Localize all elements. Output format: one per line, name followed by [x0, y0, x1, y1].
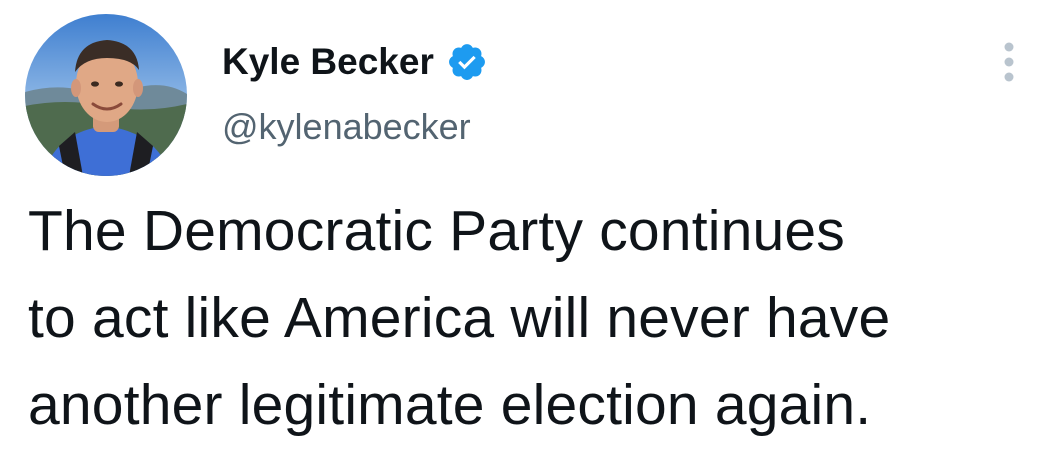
author-avatar[interactable]	[25, 14, 187, 176]
more-options-button[interactable]	[996, 38, 1022, 86]
author-display-name[interactable]: Kyle Becker	[222, 41, 434, 83]
tweet-text-line: The Democratic Party continues	[28, 199, 845, 263]
verified-badge-icon	[446, 41, 488, 83]
tweet-text-line: to act like America will never have	[28, 286, 891, 350]
avatar-photo	[25, 14, 187, 176]
tweet-text: The Democratic Party continues to act li…	[28, 188, 1038, 449]
author-handle[interactable]: @kylenabecker	[222, 106, 471, 148]
tweet-card: Kyle Becker @kylenabecker The Democratic…	[0, 0, 1051, 459]
more-vertical-icon	[1004, 42, 1014, 82]
author-name-row: Kyle Becker	[222, 38, 488, 86]
tweet-text-line: another legitimate election again.	[28, 373, 872, 437]
